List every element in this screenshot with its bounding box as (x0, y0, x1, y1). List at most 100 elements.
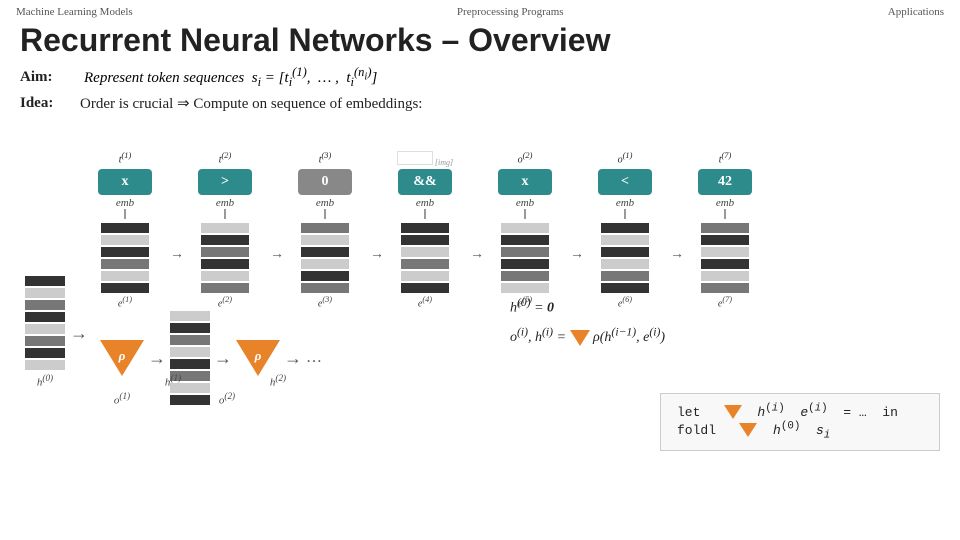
sup-6: o(1) (618, 151, 633, 167)
emb-label-4: emb (416, 197, 434, 209)
token-col-5: o(2) x emb e(5) (480, 151, 570, 309)
eb-7-3 (701, 247, 749, 257)
token-col-1: t(1) x emb e(1) (80, 151, 170, 309)
emb-label-1: emb (116, 197, 134, 209)
rho-arrow-1: → (148, 348, 166, 369)
formulas-right: h(0) = 0 o(i), h(i) = ρ(h(i−1), e(i)) (510, 296, 665, 346)
idea-text: Order is crucial ⇒ Compute on sequence o… (80, 94, 422, 113)
connector-7 (724, 209, 726, 219)
header-left: Machine Learning Models (16, 6, 133, 18)
e-label-2: e(2) (218, 295, 232, 309)
emb-stack-6 (601, 223, 649, 293)
eb-2-6 (201, 283, 249, 293)
eb-6-3 (601, 247, 649, 257)
content: Aim: Represent token sequences si = [ti(… (0, 65, 960, 441)
eb-4-1 (401, 223, 449, 233)
h1-stack (170, 311, 210, 405)
token-box-5: x (498, 169, 552, 195)
emb-label-3: emb (316, 197, 334, 209)
eb-1-2 (101, 235, 149, 245)
e-label-4: e(4) (418, 295, 432, 309)
eb-5-5 (501, 271, 549, 281)
h0-label: h(0) (25, 373, 65, 389)
eb-1-6 (101, 283, 149, 293)
code-line-2: foldl h(0) si (677, 420, 923, 442)
eb-2-2 (201, 235, 249, 245)
token-row: t(1) x emb e(1) → t(2) (80, 151, 770, 309)
aim-formula: Represent token sequences si = [ti(1), …… (84, 65, 377, 90)
code-line-1: let h(i) e(i) = … in (677, 402, 923, 420)
eb-3-3 (301, 247, 349, 257)
dots: … (306, 349, 324, 367)
eb-5-6 (501, 283, 549, 293)
emb-label-2: emb (216, 197, 234, 209)
eb-5-4 (501, 259, 549, 269)
header: Machine Learning Models Preprocessing Pr… (0, 0, 960, 18)
eb-4-3 (401, 247, 449, 257)
token-box-4: && (398, 169, 452, 195)
formula-hi: o(i), h(i) = ρ(h(i−1), e(i)) (510, 325, 665, 346)
eb-6-6 (601, 283, 649, 293)
formula-h0: h(0) = 0 (510, 296, 665, 317)
h0-arrow: → (70, 323, 88, 344)
eb-6-1 (601, 223, 649, 233)
o2-label: o(2) (205, 391, 249, 407)
arrow-1: → (170, 151, 180, 309)
connector-3 (324, 209, 326, 219)
eb-2-1 (201, 223, 249, 233)
eb-1-3 (101, 247, 149, 257)
header-right: Applications (888, 6, 944, 18)
eb-7-5 (701, 271, 749, 281)
emb-label-7: emb (716, 197, 734, 209)
token-box-2: > (198, 169, 252, 195)
eb-1-4 (101, 259, 149, 269)
idea-label: Idea: (20, 95, 80, 112)
header-center: Preprocessing Programs (457, 6, 564, 18)
emb-stack-7 (701, 223, 749, 293)
token-box-7: 42 (698, 169, 752, 195)
o1-label: o(1) (100, 391, 144, 407)
emb-label-6: emb (616, 197, 634, 209)
arrow-3: → (370, 151, 380, 309)
rho-symbol-1: ρ (119, 348, 126, 364)
connector-6 (624, 209, 626, 219)
sup-1: t(1) (119, 151, 132, 167)
eb-2-4 (201, 259, 249, 269)
connector-5 (524, 209, 526, 219)
eb-6-4 (601, 259, 649, 269)
connector-4 (424, 209, 426, 219)
eb-3-2 (301, 235, 349, 245)
diagram-area: t(1) x emb e(1) → t(2) (80, 121, 940, 441)
eb-6-5 (601, 271, 649, 281)
token-col-2: t(2) > emb e(2) (180, 151, 270, 309)
idea-row: Idea: Order is crucial ⇒ Compute on sequ… (20, 94, 940, 113)
token-box-3: 0 (298, 169, 352, 195)
token-col-7: t(7) 42 emb e(7) (680, 151, 770, 309)
connector-2 (224, 209, 226, 219)
emb-stack-4 (401, 223, 449, 293)
emb-label-5: emb (516, 197, 534, 209)
arrow-6: → (670, 151, 680, 309)
rho-1: ρ (100, 340, 144, 376)
sup-2: t(2) (219, 151, 232, 167)
token-col-3: t(3) 0 emb e(3) (280, 151, 370, 309)
sup-5: o(2) (518, 151, 533, 167)
sup-4: [img] (397, 151, 453, 167)
eb-5-3 (501, 247, 549, 257)
rho-2: ρ (236, 340, 280, 376)
arrow-2: → (270, 151, 280, 309)
e-label-3: e(3) (318, 295, 332, 309)
token-box-6: < (598, 169, 652, 195)
eb-2-5 (201, 271, 249, 281)
eb-4-5 (401, 271, 449, 281)
eb-3-6 (301, 283, 349, 293)
rho-symbol-2: ρ (255, 348, 262, 364)
h0-stack (25, 276, 65, 370)
arrow-5: → (570, 151, 580, 309)
eb-4-2 (401, 235, 449, 245)
eb-7-1 (701, 223, 749, 233)
emb-stack-3 (301, 223, 349, 293)
eb-1-5 (101, 271, 149, 281)
e-label-7: e(7) (718, 295, 732, 309)
eb-2-3 (201, 247, 249, 257)
